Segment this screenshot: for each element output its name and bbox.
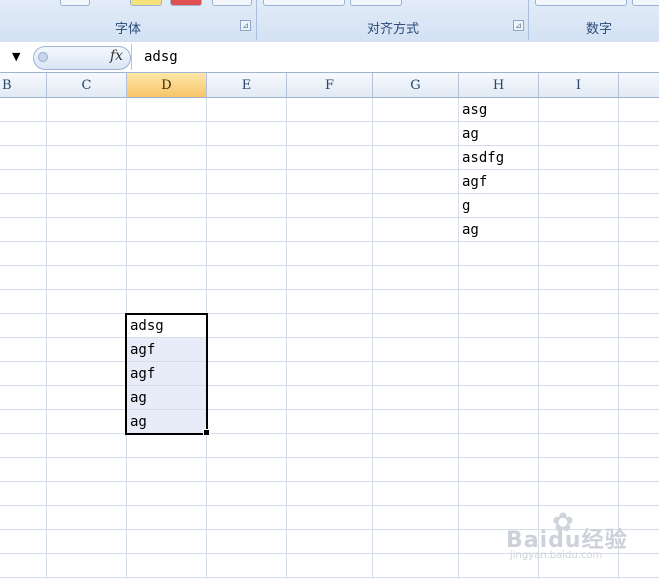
column-header-i[interactable]: I [539, 73, 619, 98]
ribbon-group-alignment: 对齐方式 ⊿ [258, 0, 529, 40]
gridline [0, 217, 659, 218]
gridline [0, 481, 659, 482]
fill-handle[interactable] [203, 429, 210, 436]
column-header-next[interactable] [619, 73, 659, 98]
gridline [0, 169, 659, 170]
watermark-logo: ✿ Baidu经验 jingyan.baidu.com [506, 508, 656, 568]
gridline [0, 265, 659, 266]
watermark-url: jingyan.baidu.com [510, 550, 603, 561]
ribbon-group-label: 数字 [585, 22, 612, 37]
cell-h3[interactable]: asdfg [459, 146, 539, 170]
gridline [0, 337, 659, 338]
gridline [0, 313, 659, 314]
gridline [0, 505, 659, 506]
gridline [0, 409, 659, 410]
worksheet-grid[interactable]: asg ag asdfg agf g ag adsg agf agf ag ag [0, 98, 659, 579]
cell-h2[interactable]: ag [459, 122, 539, 146]
cell-h4[interactable]: agf [459, 170, 539, 194]
ribbon-group-number: 数字 [530, 0, 659, 40]
formula-bar-divider [131, 44, 132, 70]
gridline [0, 385, 659, 386]
gridline [0, 145, 659, 146]
column-header-g[interactable]: G [373, 73, 459, 98]
column-header-b[interactable]: B [0, 73, 47, 98]
cell-h1[interactable]: asg [459, 98, 539, 122]
ribbon-group-label: 对齐方式 [366, 22, 419, 37]
gridline [372, 98, 373, 579]
gridline [0, 361, 659, 362]
column-header-e[interactable]: E [207, 73, 287, 98]
gridline [0, 577, 659, 578]
dialog-launcher-icon[interactable]: ⊿ [240, 20, 251, 31]
insert-function-icon[interactable]: fx [110, 48, 123, 64]
dialog-launcher-icon[interactable]: ⊿ [513, 20, 524, 31]
ribbon-group-label: 字体 [114, 22, 141, 37]
gridline [46, 98, 47, 579]
gridline [0, 289, 659, 290]
gridline [0, 457, 659, 458]
column-header-c[interactable]: C [47, 73, 127, 98]
column-header-d[interactable]: D [127, 73, 207, 98]
resize-grip-icon[interactable] [38, 52, 48, 62]
gridline [0, 193, 659, 194]
gridline [618, 98, 619, 579]
cell-h5[interactable]: g [459, 194, 539, 218]
formula-bar: ▼ fx adsg [0, 42, 659, 73]
selection-border [125, 313, 208, 435]
ribbon-group-font: 字体 ⊿ [0, 0, 257, 40]
column-header-h[interactable]: H [459, 73, 539, 98]
name-box-dropdown-icon[interactable]: ▼ [12, 50, 20, 63]
column-header-f[interactable]: F [287, 73, 373, 98]
gridline [0, 121, 659, 122]
gridline [0, 241, 659, 242]
ribbon-bar: 字体 ⊿ 对齐方式 ⊿ 数字 [0, 0, 659, 43]
gridline [286, 98, 287, 579]
cell-h6[interactable]: ag [459, 218, 539, 242]
gridline [0, 433, 659, 434]
formula-input[interactable]: adsg [144, 49, 178, 65]
